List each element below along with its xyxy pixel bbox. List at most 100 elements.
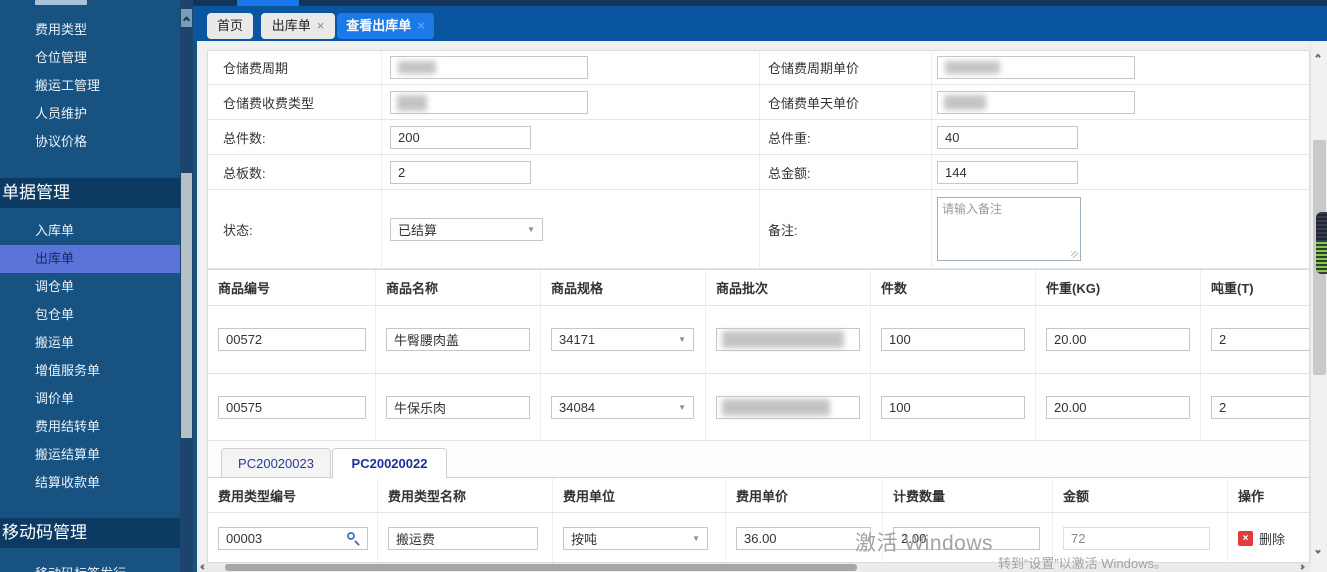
product-tonnage-input[interactable] [1211, 328, 1309, 351]
sidebar-item-porter-management[interactable]: 搬运工管理 [0, 72, 180, 100]
sidebar-item-value-added-service-order[interactable]: 增值服务单 [0, 357, 180, 385]
product-code-input[interactable] [218, 328, 366, 351]
sidebar-item-price-adjustment-order[interactable]: 调价单 [0, 385, 180, 413]
sidebar-item-settlement-receipt-order[interactable]: 结算收款单 [0, 469, 180, 497]
sidebar-item-partial[interactable] [35, 0, 87, 5]
chevron-down-icon: ▼ [692, 533, 700, 543]
field-label: 仓储费周期 [223, 61, 289, 76]
scroll-right-icon[interactable] [1299, 564, 1305, 570]
sidebar-item-slot-management[interactable]: 仓位管理 [0, 44, 180, 72]
close-icon[interactable]: × [417, 18, 425, 33]
field-label: 总板数: [223, 165, 266, 181]
fee-unit-select[interactable]: 按吨 ▼ [563, 526, 708, 550]
tab-home[interactable]: 首页 [207, 13, 253, 39]
column-header: 费用单价 [726, 478, 883, 512]
sidebar-item-handling-order[interactable]: 搬运单 [0, 329, 180, 357]
fee-unit-value: 按吨 [571, 531, 598, 547]
product-qty-input[interactable] [881, 328, 1025, 351]
top-strip [193, 0, 1327, 6]
fee-table-header: 费用类型编号 费用类型名称 费用单位 费用单价 计费数量 金额 操作 [208, 478, 1309, 513]
product-spec-value: 34171 [559, 332, 596, 347]
tab-outbound-order[interactable]: 出库单 × [261, 13, 335, 39]
total-pallets-input[interactable] [390, 160, 531, 184]
column-header: 商品规格 [541, 270, 706, 305]
sidebar-item-fee-type[interactable]: 费用类型 [0, 16, 180, 44]
fee-type-name-input[interactable] [388, 526, 538, 550]
product-unit-weight-input[interactable] [1046, 395, 1190, 419]
product-name-input[interactable] [386, 328, 530, 351]
fee-tabs-bar: PC20020023 PC20020022 [208, 441, 1309, 479]
sidebar-item-mobile-code-label-issue[interactable]: 移动码标签发行 [0, 560, 180, 572]
sidebar-item-personnel-maintenance[interactable]: 人员维护 [0, 100, 180, 128]
column-header: 件重(KG) [1036, 270, 1201, 305]
column-header: 金额 [1053, 478, 1228, 512]
product-code-input[interactable] [218, 395, 366, 419]
overlay-widget[interactable] [1316, 212, 1327, 274]
table-row: 34084 ▼ [208, 374, 1309, 441]
fee-tab-pc20020022[interactable]: PC20020022 [332, 448, 447, 479]
total-pieces-input[interactable] [390, 125, 531, 149]
sidebar-item-agreement-price[interactable]: 协议价格 [0, 128, 180, 156]
field-label: 备注: [759, 190, 931, 268]
sidebar-group-document-management[interactable]: 单据管理 [0, 178, 180, 208]
sidebar-item-transfer-order[interactable]: 调仓单 [0, 273, 180, 301]
product-unit-weight-input[interactable] [1046, 328, 1190, 351]
product-name-input[interactable] [386, 395, 530, 419]
main-vertical-scrollbar[interactable] [1310, 41, 1327, 563]
form-row-storage-fee-type: 仓储费收费类型 仓储费单天单价 [208, 85, 1309, 120]
tab-view-outbound-order[interactable]: 查看出库单 × [337, 13, 434, 39]
total-weight-input[interactable] [937, 125, 1078, 149]
redacted-value [945, 61, 1000, 74]
sidebar-group-basic: 费用类型 仓位管理 搬运工管理 人员维护 协议价格 [0, 16, 180, 156]
product-spec-value: 34084 [559, 399, 596, 415]
product-spec-select[interactable]: 34171 ▼ [551, 328, 694, 351]
scroll-left-icon[interactable] [200, 564, 206, 570]
windows-activation-watermark-line2: 转到“设置”以激活 Windows。 [998, 556, 1168, 571]
status-select[interactable]: 已结算 ▼ [390, 217, 543, 241]
sidebar-item-inbound-order[interactable]: 入库单 [0, 217, 180, 245]
fee-amount-input[interactable] [1063, 526, 1210, 550]
delete-button[interactable]: × 删除 [1238, 529, 1285, 548]
field-label: 仓储费收费类型 [223, 95, 315, 111]
sidebar-item-outbound-order[interactable]: 出库单 [0, 245, 180, 273]
field-label: 仓储费周期单价 [759, 51, 931, 84]
field-label: 总件重: [759, 120, 931, 154]
status-select-value: 已结算 [398, 222, 438, 238]
form-row-status-remark: 状态: 已结算 ▼ 备注: [208, 190, 1309, 269]
sidebar-scrollbar[interactable] [180, 0, 193, 572]
sidebar-scroll-up-button[interactable] [181, 9, 192, 27]
field-label: 总金额: [759, 155, 931, 189]
overlay-widget-top [1316, 212, 1327, 242]
overlay-widget-meter [1316, 242, 1327, 274]
column-header: 费用类型名称 [378, 478, 553, 512]
product-tonnage-input[interactable] [1211, 395, 1309, 419]
sidebar-item-fee-carryover-order[interactable]: 费用结转单 [0, 413, 180, 441]
horizontal-scrollbar-thumb[interactable] [225, 564, 857, 571]
product-qty-input[interactable] [881, 395, 1025, 419]
sidebar-item-package-warehouse-order[interactable]: 包仓单 [0, 301, 180, 329]
table-row: 34171 ▼ [208, 306, 1309, 374]
column-header: 计费数量 [883, 478, 1053, 512]
field-label: 仓储费单天单价 [759, 85, 931, 119]
remark-textarea[interactable] [937, 197, 1081, 261]
sidebar-scrollbar-thumb[interactable] [181, 173, 192, 438]
content-left-strip [193, 41, 197, 572]
top-nav-active-indicator [237, 0, 299, 6]
outbound-order-panel: 仓储费周期 仓储费周期单价 仓储费收费类型 仓储费单天单价 总件数: 总件重: … [207, 50, 1310, 563]
fee-tab-pc20020023[interactable]: PC20020023 [221, 448, 331, 478]
scroll-down-icon[interactable] [1315, 548, 1321, 554]
column-header: 费用类型编号 [208, 478, 378, 512]
sidebar-item-handling-settlement-order[interactable]: 搬运结算单 [0, 441, 180, 469]
product-spec-select[interactable]: 34084 ▼ [551, 395, 694, 419]
total-amount-input[interactable] [937, 160, 1078, 184]
tab-home-label: 首页 [216, 18, 243, 33]
sidebar-group-mobile-code-management[interactable]: 移动码管理 [0, 518, 180, 548]
resize-handle[interactable] [1071, 251, 1078, 258]
column-header: 商品批次 [706, 270, 871, 305]
close-icon[interactable]: × [317, 18, 325, 33]
scroll-up-icon[interactable] [1315, 53, 1321, 60]
fee-unit-price-input[interactable] [736, 526, 871, 550]
field-label: 状态: [223, 222, 253, 238]
search-icon[interactable] [346, 531, 360, 546]
chevron-down-icon: ▼ [678, 402, 686, 412]
